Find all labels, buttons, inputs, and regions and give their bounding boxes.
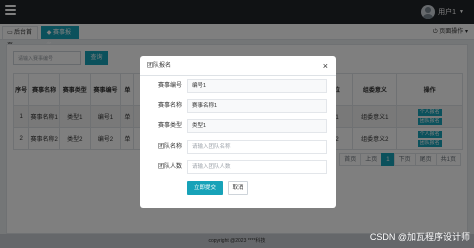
field-label: 赛事名称	[157, 103, 182, 109]
form-row-team-size: 团队人数 请输入团队人数	[140, 160, 336, 174]
modal-header: 团队报名 ×	[140, 56, 336, 76]
event-name-field[interactable]: 赛事名称1	[187, 99, 327, 113]
team-name-field[interactable]: 请输入团队名称	[187, 140, 327, 154]
event-type-field[interactable]: 类型1	[187, 119, 327, 133]
team-signup-modal: 团队报名 × 赛事编号 编号1 赛事名称 赛事名称1 赛事类型 类型1 团队名称…	[140, 56, 336, 208]
cancel-button[interactable]: 取消	[228, 181, 248, 195]
field-label: 团队名称	[157, 144, 182, 150]
team-size-field[interactable]: 请输入团队人数	[187, 160, 327, 174]
field-label: 团队人数	[157, 164, 182, 170]
watermark: CSDN @加瓦程序设计师	[369, 232, 470, 242]
field-label: 赛事类型	[157, 123, 182, 129]
event-code-field[interactable]: 编号1	[187, 79, 327, 93]
field-label: 赛事编号	[157, 83, 182, 89]
form-row-team-name: 团队名称 请输入团队名称	[140, 140, 336, 154]
form-row-event-type: 赛事类型 类型1	[140, 119, 336, 133]
modal-title: 团队报名	[147, 63, 172, 69]
submit-button[interactable]: 立即提交	[187, 181, 223, 195]
form-row-event-name: 赛事名称 赛事名称1	[140, 99, 336, 113]
close-icon[interactable]: ×	[323, 56, 328, 76]
form-row-event-code: 赛事编号 编号1	[140, 79, 336, 93]
